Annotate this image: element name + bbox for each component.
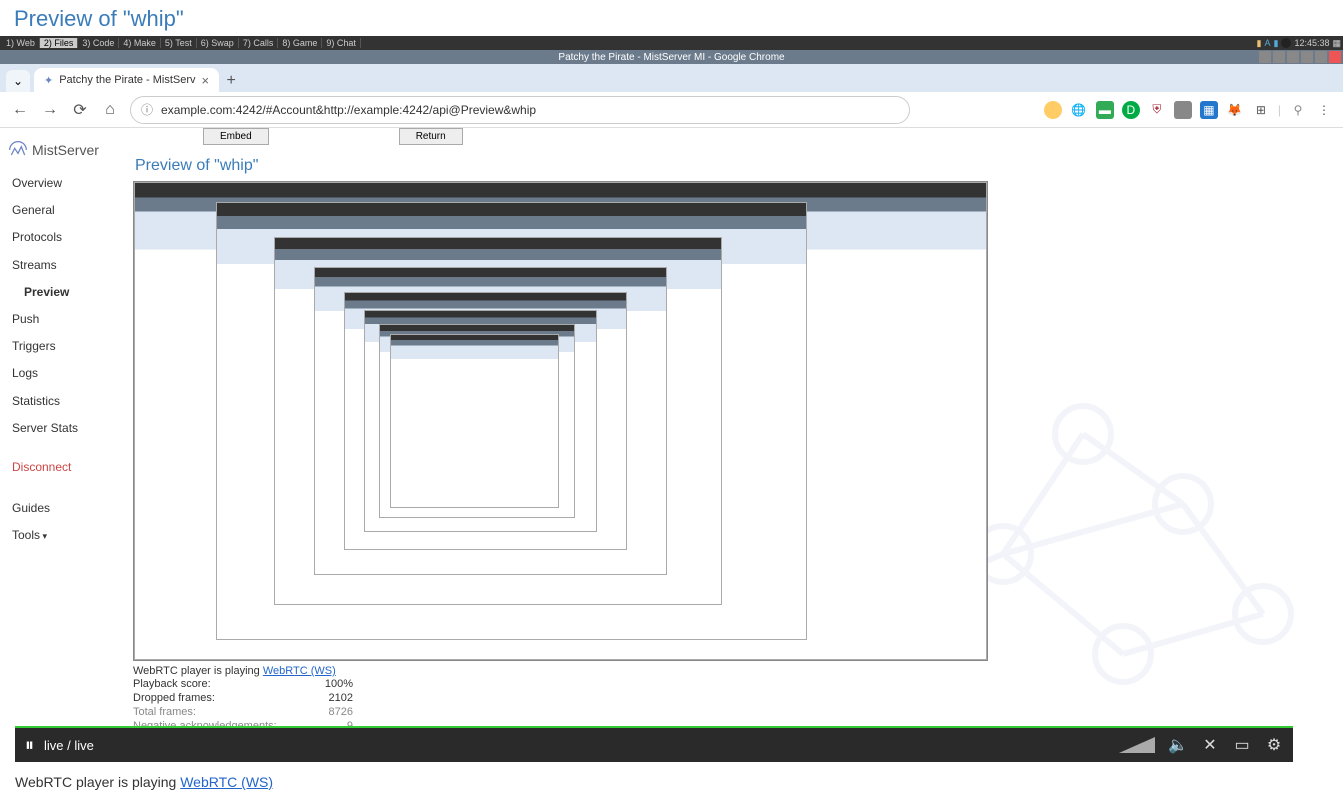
tray-folder-icon[interactable]: ▮ xyxy=(1257,38,1262,49)
stat-value: 8726 xyxy=(293,706,353,718)
nav-triggers[interactable]: Triggers xyxy=(0,333,125,360)
tray-battery-icon[interactable]: ▮ xyxy=(1273,38,1278,49)
stat-label: Total frames: xyxy=(133,706,293,718)
app-logo[interactable]: MistServer xyxy=(0,134,125,170)
ext-cookie-icon[interactable] xyxy=(1044,101,1062,119)
home-button[interactable]: ⌂ xyxy=(100,100,120,120)
desktop-taskbar: 1) Web 2) Files 3) Code 4) Make 5) Test … xyxy=(0,36,1343,50)
ext-puzzle-icon[interactable]: ⊞ xyxy=(1252,101,1270,119)
volume-slider[interactable] xyxy=(1119,737,1155,753)
site-info-icon[interactable]: ⓘ xyxy=(141,101,153,118)
tray-obs-icon[interactable] xyxy=(1281,38,1291,48)
tray-a-icon[interactable]: A xyxy=(1264,38,1270,48)
footer-status: WebRTC player is playing WebRTC (WS) xyxy=(15,774,273,790)
tray-grid-icon[interactable]: ▦ xyxy=(1332,38,1341,49)
ext-blue-icon[interactable]: ▦ xyxy=(1200,101,1218,119)
ext-globe-icon[interactable]: 🌐 xyxy=(1070,101,1088,119)
close-icon[interactable] xyxy=(1329,51,1341,63)
pause-button[interactable]: ⏸ xyxy=(25,735,34,756)
ext-shield-icon[interactable]: ⛨ xyxy=(1148,101,1166,119)
address-bar[interactable]: ⓘ example.com:4242/#Account&http://examp… xyxy=(130,96,910,124)
new-tab-button[interactable]: + xyxy=(219,70,243,92)
stat-value: 2102 xyxy=(293,692,353,704)
page-heading: Preview of "whip" xyxy=(0,0,1343,36)
nav-guides[interactable]: Guides xyxy=(0,495,125,522)
minimize-icon[interactable] xyxy=(1301,51,1313,63)
taskbar-item-files[interactable]: 2) Files xyxy=(40,38,79,48)
browser-tabstrip: ⌄ ✦ Patchy the Pirate - MistServ × + xyxy=(0,64,1343,92)
pin-icon[interactable] xyxy=(1287,51,1299,63)
nav-streams[interactable]: Streams xyxy=(0,252,125,279)
circle-icon[interactable] xyxy=(1273,51,1285,63)
live-indicator: live / live xyxy=(44,738,94,753)
nav-statistics[interactable]: Statistics xyxy=(0,388,125,415)
taskbar-item-chat[interactable]: 9) Chat xyxy=(322,38,361,48)
ext-fox-icon[interactable]: 🦊 xyxy=(1226,101,1244,119)
reload-button[interactable]: ⟳ xyxy=(70,100,90,120)
nav-logs[interactable]: Logs xyxy=(0,360,125,387)
nav-overview[interactable]: Overview xyxy=(0,170,125,197)
mute-icon[interactable]: 🔈 xyxy=(1169,736,1187,754)
webrtc-link[interactable]: WebRTC (WS) xyxy=(263,665,336,677)
video-control-bar: ⏸ live / live 🔈 ✕ ▭ ⚙ xyxy=(15,726,1293,762)
nav-general[interactable]: General xyxy=(0,197,125,224)
browser-toolbar: ← → ⟳ ⌂ ⓘ example.com:4242/#Account&http… xyxy=(0,92,1343,128)
forward-button[interactable]: → xyxy=(40,100,60,120)
ext-d-icon[interactable]: D xyxy=(1122,101,1140,119)
stat-label: Playback score: xyxy=(133,678,293,690)
window-titlebar: Patchy the Pirate - MistServer MI - Goog… xyxy=(0,50,1343,64)
taskbar-item-make[interactable]: 4) Make xyxy=(119,38,161,48)
nav-server-stats[interactable]: Server Stats xyxy=(0,415,125,442)
tab-favicon: ✦ xyxy=(44,74,53,87)
taskbar-item-test[interactable]: 5) Test xyxy=(161,38,197,48)
ext-gray-icon[interactable] xyxy=(1174,101,1192,119)
tab-search-button[interactable]: ⌄ xyxy=(6,70,30,92)
taskbar-item-game[interactable]: 8) Game xyxy=(278,38,322,48)
player-status-text: WebRTC player is playing xyxy=(133,665,263,677)
nav-disconnect[interactable]: Disconnect xyxy=(0,454,125,481)
grid-icon[interactable] xyxy=(1259,51,1271,63)
taskbar-item-calls[interactable]: 7) Calls xyxy=(239,38,279,48)
ext-wand-icon[interactable]: ⚲ xyxy=(1289,101,1307,119)
shuffle-icon[interactable]: ✕ xyxy=(1201,736,1219,754)
settings-icon[interactable]: ⚙ xyxy=(1265,736,1283,754)
window-title: Patchy the Pirate - MistServer MI - Goog… xyxy=(558,52,784,63)
url-text: example.com:4242/#Account&http://example… xyxy=(161,103,536,117)
ext-green-icon[interactable]: ▬ xyxy=(1096,101,1114,119)
stat-value: 100% xyxy=(293,678,353,690)
tab-title: Patchy the Pirate - MistServ xyxy=(59,74,195,86)
taskbar-item-swap[interactable]: 6) Swap xyxy=(197,38,239,48)
footer-status-text: WebRTC player is playing xyxy=(15,774,180,790)
footer-webrtc-link[interactable]: WebRTC (WS) xyxy=(180,774,273,790)
taskbar-item-web[interactable]: 1) Web xyxy=(2,38,40,48)
return-button[interactable]: Return xyxy=(399,128,463,145)
nav-protocols[interactable]: Protocols xyxy=(0,224,125,251)
tray-clock: 12:45:38 xyxy=(1294,38,1329,48)
back-button[interactable]: ← xyxy=(10,100,30,120)
pip-icon[interactable]: ▭ xyxy=(1233,736,1251,754)
nav-preview[interactable]: Preview xyxy=(0,279,125,306)
video-preview[interactable] xyxy=(133,181,988,661)
nav-push[interactable]: Push xyxy=(0,306,125,333)
taskbar-item-code[interactable]: 3) Code xyxy=(78,38,119,48)
browser-tab[interactable]: ✦ Patchy the Pirate - MistServ × xyxy=(34,68,219,92)
preview-title: Preview of "whip" xyxy=(133,145,1335,181)
main-content: Embed Return Preview of "whip" WebRTC pl… xyxy=(125,128,1343,754)
tab-close-icon[interactable]: × xyxy=(202,73,210,88)
sidebar: MistServer Overview General Protocols St… xyxy=(0,128,125,754)
maximize-icon[interactable] xyxy=(1315,51,1327,63)
nav-tools[interactable]: Tools xyxy=(0,522,125,549)
stat-label: Dropped frames: xyxy=(133,692,293,704)
logo-text: MistServer xyxy=(32,142,99,158)
embed-button[interactable]: Embed xyxy=(203,128,269,145)
player-stats: WebRTC player is playing WebRTC (WS) Pla… xyxy=(133,661,1335,733)
browser-menu-icon[interactable]: ⋮ xyxy=(1315,101,1333,119)
